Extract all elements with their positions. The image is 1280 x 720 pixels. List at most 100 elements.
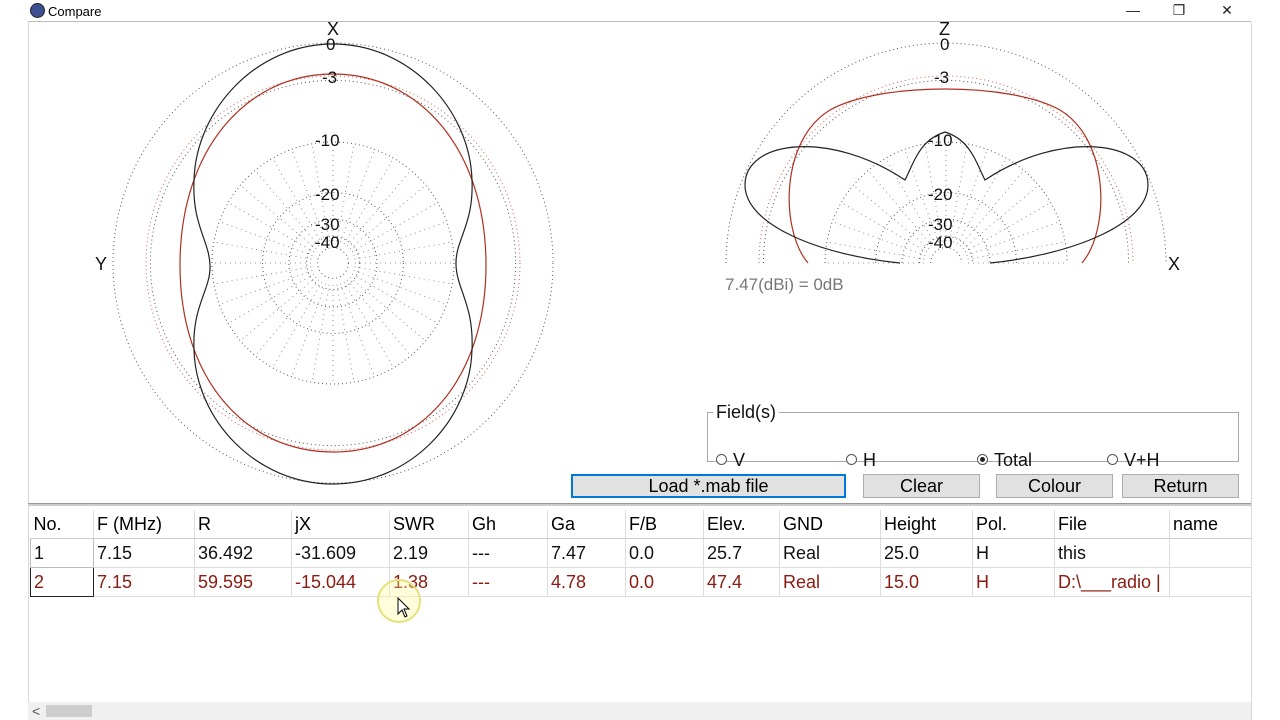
- radio-circle-icon: [846, 454, 857, 465]
- azimuth-grid-spoke: [351, 273, 438, 324]
- table-cell[interactable]: Real: [779, 538, 881, 568]
- return-button[interactable]: Return: [1122, 474, 1239, 498]
- azimuth-grid-spoke: [353, 221, 447, 256]
- elevation-grid-spoke: [964, 202, 1051, 253]
- elevation-grid-spoke: [959, 170, 1025, 247]
- azimuth-grid-spoke: [346, 279, 412, 356]
- scroll-left-icon[interactable]: <: [32, 702, 40, 720]
- azimuth-grid-spoke: [354, 266, 453, 285]
- load-mab-button[interactable]: Load *.mab file: [571, 474, 846, 498]
- scroll-thumb[interactable]: [46, 705, 92, 717]
- row-number-cell[interactable]: 2: [30, 567, 94, 597]
- elevation-grid-spoke: [826, 241, 925, 260]
- azimuth-grid-spoke: [291, 283, 326, 377]
- column-header[interactable]: name: [1169, 510, 1252, 539]
- table-cell[interactable]: 15.0: [880, 567, 973, 597]
- clear-button[interactable]: Clear: [863, 474, 980, 498]
- column-header[interactable]: SWR: [389, 510, 469, 539]
- column-header[interactable]: File: [1054, 510, 1170, 539]
- table-cell[interactable]: 25.0: [880, 538, 973, 568]
- elevation-ring-label: -3: [934, 68, 949, 87]
- table-cell[interactable]: Real: [779, 567, 881, 597]
- table-cell[interactable]: ---: [468, 567, 548, 597]
- elevation-axis-x-label: X: [1168, 254, 1180, 274]
- azimuth-grid-spoke: [343, 158, 394, 245]
- elevation-grid-spoke: [953, 149, 988, 243]
- fields-groupbox: Field(s) V H Total V+H: [707, 402, 1239, 470]
- azimuth-grid-spoke: [343, 281, 394, 368]
- azimuth-grid-spoke: [228, 273, 315, 324]
- table-cell[interactable]: 47.4: [703, 567, 780, 597]
- table-cell[interactable]: 7.47: [547, 538, 626, 568]
- gain-reference-label: 7.47(dBi) = 0dB: [725, 275, 844, 294]
- azimuth-ring-label: 0: [326, 35, 335, 54]
- table-cell[interactable]: 25.7: [703, 538, 780, 568]
- table-cell[interactable]: 0.0: [625, 538, 704, 568]
- column-header[interactable]: GND: [779, 510, 881, 539]
- azimuth-grid-spoke: [346, 170, 412, 247]
- table-cell[interactable]: 36.492: [194, 538, 292, 568]
- azimuth-ring-label: -10: [315, 131, 340, 150]
- elevation-grid-spoke: [867, 170, 933, 247]
- azimuth-grid-spoke: [254, 279, 320, 356]
- column-header[interactable]: R: [194, 510, 292, 539]
- radio-circle-icon: [716, 454, 727, 465]
- azimuth-grid-spoke: [240, 276, 317, 342]
- column-header[interactable]: F (MHz): [93, 510, 195, 539]
- elevation-grid-spoke: [966, 221, 1060, 256]
- azimuth-grid-spoke: [349, 184, 426, 250]
- table-cell[interactable]: [1169, 567, 1252, 597]
- table-cell[interactable]: D:\___radio |: [1054, 567, 1170, 597]
- table-cell[interactable]: 0.0: [625, 567, 704, 597]
- table-cell[interactable]: -15.044: [291, 567, 390, 597]
- column-header[interactable]: Gh: [468, 510, 548, 539]
- field-radio-h[interactable]: H: [846, 450, 876, 471]
- elevation-ring-label: 0: [940, 35, 949, 54]
- table-cell[interactable]: 7.15: [93, 538, 195, 568]
- table-cell[interactable]: 59.595: [194, 567, 292, 597]
- elevation-grid-spoke: [853, 184, 930, 250]
- elevation-ring-label: -30: [928, 215, 953, 234]
- field-radio-total[interactable]: Total: [977, 450, 1032, 471]
- azimuth-grid-spoke: [340, 149, 375, 243]
- azimuth-grid-spoke: [272, 281, 323, 368]
- table-cell[interactable]: [1169, 538, 1252, 568]
- table-cell[interactable]: H: [972, 567, 1055, 597]
- table-cell[interactable]: 2.19: [389, 538, 469, 568]
- azimuth-grid-spoke: [219, 270, 313, 305]
- field-radio-v[interactable]: V: [716, 450, 745, 471]
- table-cell[interactable]: ---: [468, 538, 548, 568]
- column-header[interactable]: jX: [291, 510, 390, 539]
- elevation-grid-spoke: [962, 184, 1039, 250]
- column-header[interactable]: No.: [30, 510, 94, 539]
- column-header[interactable]: Height: [880, 510, 973, 539]
- table-cell[interactable]: -31.609: [291, 538, 390, 568]
- horizontal-scrollbar[interactable]: <: [28, 702, 1251, 720]
- table-row[interactable]: 2 7.15 59.595 -15.044 1.38 --- 4.78 0.0 47.4 Real…: [30, 567, 1252, 597]
- azimuth-ring-label: -40: [315, 233, 340, 252]
- mouse-pointer-icon: [397, 597, 411, 618]
- splitter[interactable]: [28, 503, 1251, 506]
- elevation-ring-label: -20: [928, 185, 953, 204]
- radio-selected-icon: [977, 454, 988, 465]
- azimuth-grid-ring: [112, 42, 554, 484]
- row-number-cell[interactable]: 1: [30, 538, 94, 568]
- column-header[interactable]: F/B: [625, 510, 704, 539]
- colour-button[interactable]: Colour: [996, 474, 1113, 498]
- column-header[interactable]: Elev.: [703, 510, 780, 539]
- azimuth-grid-spoke: [228, 202, 315, 253]
- table-cell[interactable]: 7.15: [93, 567, 195, 597]
- field-radio-vh[interactable]: V+H: [1107, 450, 1160, 471]
- column-header[interactable]: Pol.: [972, 510, 1055, 539]
- column-header[interactable]: Ga: [547, 510, 626, 539]
- azimuth-grid-spoke: [349, 276, 426, 342]
- table-cell[interactable]: this: [1054, 538, 1170, 568]
- elevation-grid-spoke: [967, 241, 1066, 260]
- table-cell[interactable]: 4.78: [547, 567, 626, 597]
- azimuth-ring-label: -3: [322, 68, 337, 87]
- table-cell[interactable]: H: [972, 538, 1055, 568]
- table-row[interactable]: 1 7.15 36.492 -31.609 2.19 --- 7.47 0.0 25.7 Real…: [30, 538, 1252, 568]
- azimuth-grid-spoke: [219, 221, 313, 256]
- azimuth-grid-spoke: [213, 241, 312, 260]
- azimuth-grid-ring: [317, 247, 349, 279]
